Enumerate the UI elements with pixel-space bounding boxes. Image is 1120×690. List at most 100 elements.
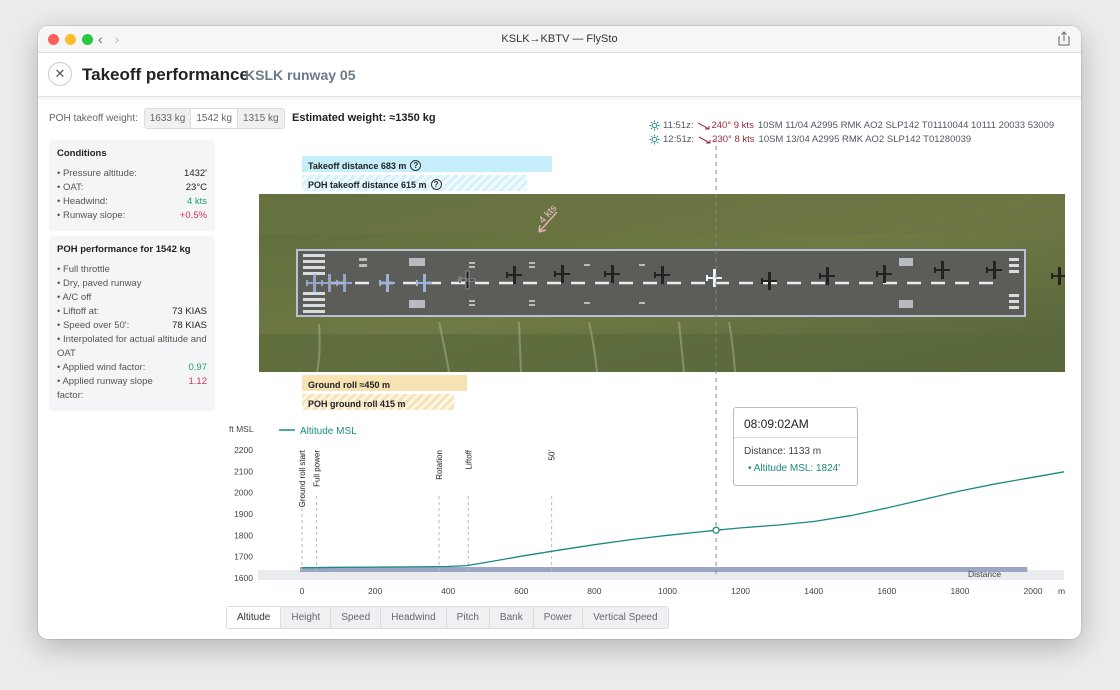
poh-takeoff-distance-bar: POH takeoff distance 615 m ? <box>302 175 527 191</box>
runway-band-label: Distance <box>968 569 1001 579</box>
runway-band <box>300 567 1028 572</box>
condition-label: • OAT: <box>57 182 84 193</box>
condition-value: 4 kts <box>186 196 207 207</box>
x-tick-label: 1000 <box>658 586 677 596</box>
weight-option[interactable]: 1633 kg <box>144 109 192 128</box>
x-tick-label: 2000 <box>1024 586 1043 596</box>
legend-label: Altitude MSL <box>300 426 357 437</box>
event-label: Full power <box>313 450 322 487</box>
event-label: Rotation <box>435 450 444 480</box>
estimated-weight: Estimated weight: ≈1350 kg <box>292 112 436 124</box>
y-tick-label: 1900 <box>234 509 253 519</box>
poh-item: • Full throttle <box>57 264 110 275</box>
help-icon[interactable]: ? <box>410 160 422 171</box>
close-button[interactable]: ✕ <box>48 62 72 86</box>
poh-note: • Interpolated for actual altitude and O… <box>57 334 207 359</box>
poh-row: • Applied wind factor: 0.97 <box>57 361 207 375</box>
chart-tabs: Altitude Height Speed Headwind Pitch Bank Powe… <box>226 606 669 629</box>
x-tick-label: 0 <box>300 586 305 596</box>
metar-line: 11:51z: 240° 9 kts 10SM 11/04 A2995 RMK … <box>649 120 1054 131</box>
wind-arrow-icon <box>698 122 710 129</box>
condition-row: • OAT: 23°C <box>57 181 207 195</box>
condition-value: +0.5% <box>179 210 207 221</box>
poh-ground-roll-label: POH ground roll 415 m <box>308 398 406 409</box>
share-icon[interactable] <box>1057 31 1071 47</box>
poh-label: • Liftoff at: <box>57 306 100 317</box>
tab-height[interactable]: Height <box>281 607 332 628</box>
tab-altitude[interactable]: Altitude <box>227 607 282 628</box>
tab-vertical-speed[interactable]: Vertical Speed <box>583 607 668 628</box>
tab-pitch[interactable]: Pitch <box>446 607 490 628</box>
tooltip-distance: Distance: 1133 m <box>744 446 822 457</box>
tab-bank[interactable]: Bank <box>489 607 534 628</box>
event-label: 50' <box>548 450 557 461</box>
page-subtitle: KSLK runway 05 <box>245 67 356 83</box>
x-tick-label: 600 <box>514 586 528 596</box>
window-title: KSLK→KBTV — FlySto <box>501 33 618 45</box>
y-tick-label: 2100 <box>234 466 253 476</box>
poh-value: 78 KIAS <box>172 320 207 331</box>
condition-label: • Pressure altitude: <box>57 168 137 179</box>
x-axis-unit: m <box>1058 586 1065 596</box>
weight-option-selected[interactable]: 1542 kg <box>191 109 238 128</box>
tab-power[interactable]: Power <box>533 607 584 628</box>
sun-icon <box>649 134 660 145</box>
wind-arrow-icon <box>698 136 711 143</box>
metar-text: 10SM 11/04 A2995 RMK AO2 SLP142 T0111004… <box>757 120 1055 131</box>
weight-option[interactable]: 1315 kg <box>237 109 284 128</box>
condition-label: • Runway slope: <box>57 210 126 221</box>
poh-value: 73 KIAS <box>172 306 207 317</box>
poh-title: POH performance for 1542 kg <box>57 244 191 255</box>
y-tick-label: 2200 <box>234 445 253 455</box>
metar-text: 10SM 13/04 A2995 RMK AO2 SLP142 T0128003… <box>758 134 972 145</box>
y-tick-label: 2000 <box>234 488 253 498</box>
page-title: Takeoff performance <box>82 65 249 84</box>
runway-aerial-view: 4 kts <box>259 194 1065 372</box>
metar-wind-text: 230° 8 kts <box>712 134 755 145</box>
weight-selector-row: POH takeoff weight: 1633 kg 1542 kg 1315… <box>49 108 285 129</box>
condition-row: • Headwind: 4 kts <box>57 195 207 209</box>
sun-icon <box>649 120 660 131</box>
poh-value: 1.12 <box>188 376 208 387</box>
metar-wind-text: 240° 9 kts <box>711 120 754 131</box>
metar-wind: 230° 8 kts <box>698 134 755 145</box>
poh-label: • Speed over 50': <box>57 320 130 331</box>
chart-tooltip: 08:09:02AM Distance: 1133 m • Altitude M… <box>733 407 858 486</box>
y-tick-label: 1600 <box>234 573 253 583</box>
tab-speed[interactable]: Speed <box>331 607 382 628</box>
help-icon[interactable]: ? <box>430 179 442 190</box>
page-header: ✕ Takeoff performance KSLK runway 05 <box>38 53 1081 97</box>
poh-panel: POH performance for 1542 kg • Full throt… <box>49 236 215 411</box>
altitude-series-line <box>301 471 1065 569</box>
condition-value: 1432' <box>184 168 207 179</box>
ground-roll-bar: Ground roll ≈450 m <box>302 375 467 391</box>
condition-value: 23°C <box>185 182 207 193</box>
poh-item: • A/C off <box>57 292 92 303</box>
x-tick-label: 200 <box>368 586 382 596</box>
chart-bottom-band <box>258 570 1064 580</box>
condition-label: • Headwind: <box>57 196 108 207</box>
y-tick-label: 1800 <box>234 530 253 540</box>
weight-label: POH takeoff weight: <box>49 113 138 124</box>
tab-headwind[interactable]: Headwind <box>381 607 447 628</box>
y-axis-label: ft MSL <box>229 424 254 434</box>
tooltip-altitude: • Altitude MSL: 1824' <box>748 463 841 474</box>
poh-label: • Applied runway slope factor: <box>57 376 153 401</box>
x-tick-label: 800 <box>587 586 601 596</box>
condition-row: • Runway slope: +0.5% <box>57 209 207 223</box>
takeoff-distance-bar: Takeoff distance 683 m ? <box>302 156 552 172</box>
app-window: ‹ › KSLK→KBTV — FlySto ✕ Takeoff perform… <box>38 26 1081 639</box>
cursor-marker <box>712 526 720 534</box>
conditions-panel: Conditions • Pressure altitude: 1432' • O… <box>49 140 215 231</box>
y-tick-label: 1700 <box>234 552 253 562</box>
poh-ground-roll-bar: POH ground roll 415 m <box>302 394 454 410</box>
poh-value: 0.97 <box>188 362 208 373</box>
weight-segmented-control: 1633 kg 1542 kg 1315 kg <box>143 108 285 129</box>
event-label: Liftoff <box>464 449 473 469</box>
poh-takeoff-distance-label: POH takeoff distance 615 m <box>308 179 427 190</box>
metar-line: 12:51z: 230° 8 kts 10SM 13/04 A2995 RMK … <box>649 134 971 145</box>
poh-row: • Speed over 50': 78 KIAS <box>57 319 207 333</box>
x-tick-label: 400 <box>441 586 455 596</box>
poh-row: • Liftoff at: 73 KIAS <box>57 305 207 319</box>
condition-row: • Pressure altitude: 1432' <box>57 167 207 181</box>
